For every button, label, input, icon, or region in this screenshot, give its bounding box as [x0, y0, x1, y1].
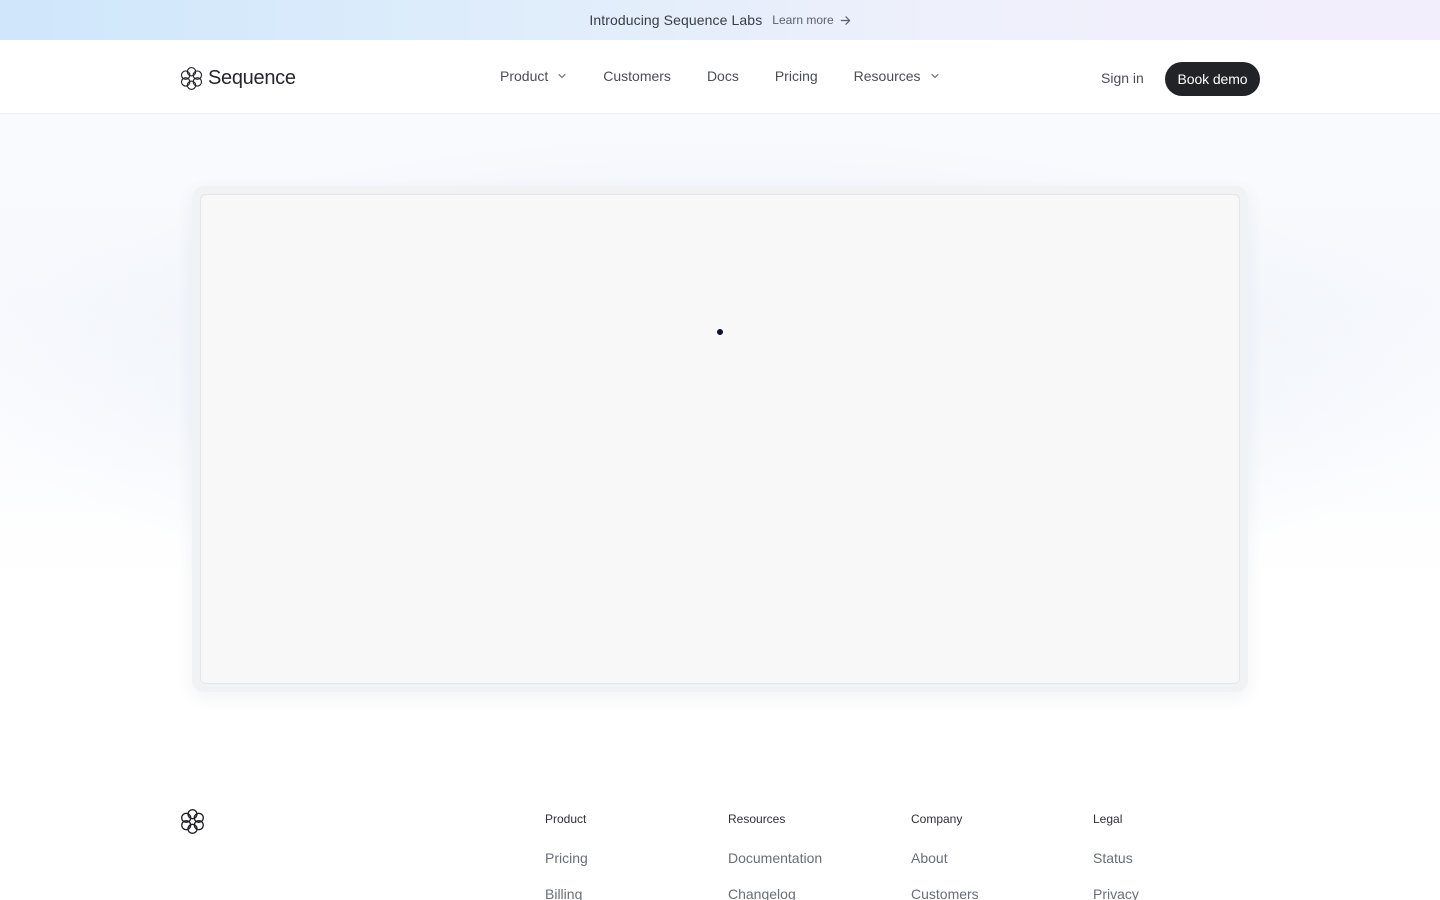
- footer-column-legal: Legal Status Privacy: [1093, 812, 1139, 900]
- loading-indicator: [717, 329, 723, 335]
- footer-link-status[interactable]: Status: [1093, 850, 1139, 866]
- footer-link-pricing[interactable]: Pricing: [545, 850, 588, 866]
- sequence-logo-icon: [180, 66, 203, 91]
- footer-column-heading: Company: [911, 812, 963, 826]
- learn-more-label: Learn more: [772, 13, 834, 27]
- chevron-down-icon: [930, 73, 939, 79]
- nav-label: Docs: [706, 68, 739, 84]
- footer-link-privacy[interactable]: Privacy: [1093, 886, 1139, 900]
- chevron-down-icon: [558, 73, 566, 79]
- announcement-learn-more-link[interactable]: Learn more: [772, 13, 850, 27]
- footer-link-customers[interactable]: Customers: [911, 886, 979, 900]
- footer-link-changelog[interactable]: Changelog: [728, 886, 822, 900]
- book-demo-button[interactable]: Book demo: [1165, 62, 1260, 96]
- nav-item-customers[interactable]: Customers: [603, 68, 671, 84]
- sign-in-link[interactable]: Sign in: [1101, 70, 1144, 86]
- footer-link-documentation[interactable]: Documentation: [728, 850, 822, 866]
- footer-logo[interactable]: [179, 808, 206, 840]
- nav-item-resources[interactable]: Resources: [854, 68, 940, 84]
- sequence-logo-icon: [181, 809, 204, 834]
- footer-column-heading: Resources: [728, 812, 786, 826]
- logo-text: Sequence: [208, 67, 296, 89]
- nav-label: Product: [500, 68, 549, 84]
- nav-item-docs[interactable]: Docs: [707, 68, 739, 84]
- main-nav: Product Customers Docs Pricing Resources: [500, 68, 976, 84]
- announcement-text: Introducing Sequence Labs: [589, 12, 763, 28]
- nav-item-pricing[interactable]: Pricing: [775, 68, 818, 84]
- nav-label: Customers: [603, 68, 671, 84]
- footer-column-product: Product Pricing Billing: [545, 812, 588, 900]
- footer-link-about[interactable]: About: [911, 850, 979, 866]
- footer-column-resources: Resources Documentation Changelog: [728, 812, 822, 900]
- arrow-right-icon: [840, 15, 850, 25]
- footer-column-heading: Legal: [1093, 812, 1123, 826]
- logo-link[interactable]: Sequence: [179, 66, 296, 91]
- demo-video-frame[interactable]: [200, 194, 1240, 684]
- announcement-bar: Introducing Sequence Labs Learn more: [0, 0, 1440, 40]
- footer-column-heading: Product: [545, 812, 587, 826]
- footer-link-billing[interactable]: Billing: [545, 886, 588, 900]
- nav-label: Resources: [853, 68, 921, 84]
- site-header: Sequence Product Customers Docs Pricing …: [0, 40, 1440, 114]
- nav-label: Pricing: [774, 68, 818, 84]
- footer-column-company: Company About Customers: [911, 812, 979, 900]
- nav-item-product[interactable]: Product: [500, 68, 567, 84]
